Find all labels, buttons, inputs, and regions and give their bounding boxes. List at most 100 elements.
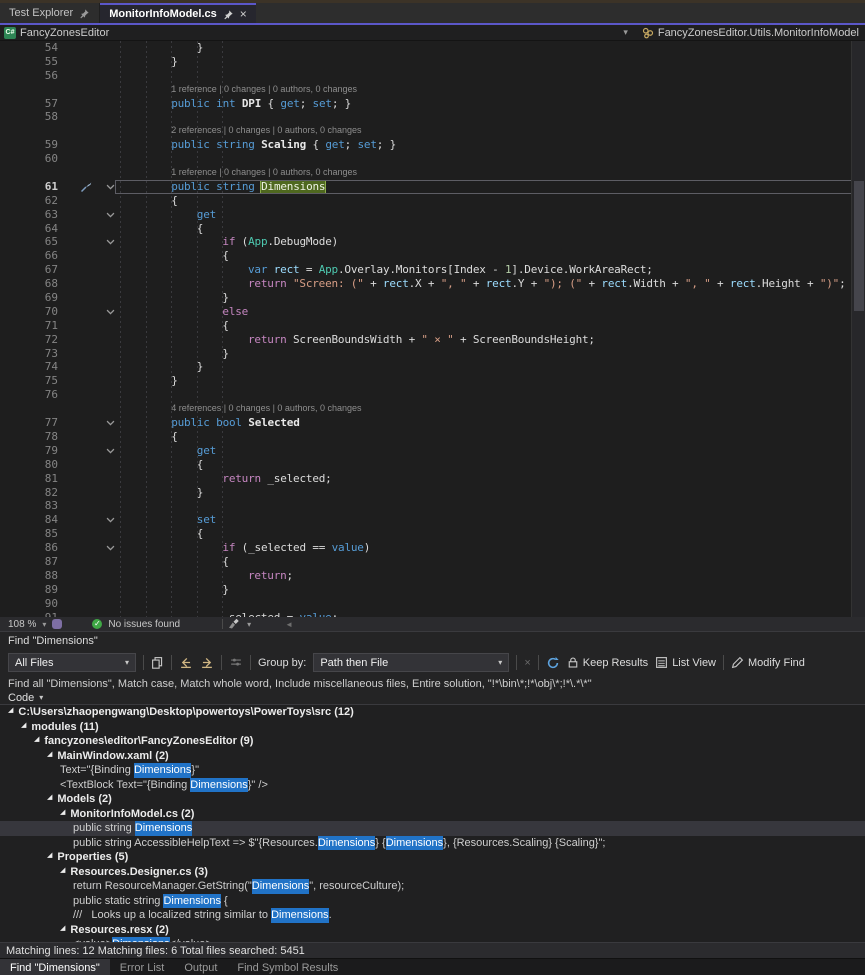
tab-test-explorer[interactable]: Test Explorer [0, 3, 100, 23]
refresh-icon[interactable] [546, 656, 560, 670]
panel-tab-bar: Find "Dimensions"Error ListOutputFind Sy… [0, 958, 865, 975]
tree-result-row[interactable]: Text="{Binding Dimensions}" [0, 763, 865, 778]
code-text [120, 597, 865, 611]
glyph-margin [68, 458, 120, 472]
tree-group-row[interactable]: ◢Models (2) [0, 792, 865, 807]
code-cleanup-broom-icon[interactable] [229, 618, 241, 630]
next-location-icon[interactable] [200, 656, 214, 669]
expander-icon[interactable]: ◢ [21, 719, 26, 734]
tree-group-row[interactable]: ◢MainWindow.xaml (2) [0, 749, 865, 764]
pin-icon[interactable] [223, 9, 234, 20]
tree-group-row[interactable]: ◢ modules (11) [0, 720, 865, 735]
scope-dropdown[interactable]: All Files ▾ [8, 653, 136, 672]
code-text [120, 69, 865, 83]
expander-icon[interactable]: ◢ [60, 806, 65, 821]
document-health-icon[interactable] [52, 619, 62, 629]
expander-icon[interactable]: ◢ [47, 791, 52, 806]
glyph-margin [68, 97, 120, 111]
line-number: 85 [0, 527, 68, 541]
vertical-scrollbar[interactable] [851, 41, 865, 617]
expander-icon[interactable]: ◢ [47, 849, 52, 864]
fold-chevron-icon[interactable] [105, 542, 116, 553]
code-line: 62{ [0, 194, 865, 208]
panel-tab[interactable]: Output [174, 959, 227, 975]
project-dropdown[interactable]: C# FancyZonesEditor [0, 27, 623, 39]
navigation-bar: C# FancyZonesEditor ▾ FancyZonesEditor.U… [0, 25, 865, 41]
find-toolbar: All Files ▾ Group by: Path [0, 649, 865, 676]
glyph-margin [68, 569, 120, 583]
type-dropdown[interactable]: ▾ FancyZonesEditor.Utils.MonitorInfoMode… [623, 27, 865, 39]
copy-icon[interactable] [151, 656, 164, 669]
tree-result-row[interactable]: /// Looks up a localized string similar … [0, 908, 865, 923]
tree-result-row[interactable]: <TextBlock Text="{Binding Dimensions}" /… [0, 778, 865, 793]
fold-chevron-icon[interactable] [105, 181, 116, 192]
expander-icon[interactable]: ◢ [60, 922, 65, 937]
code-text: } [120, 41, 865, 55]
pin-icon[interactable] [79, 8, 90, 19]
tree-group-row[interactable]: ◢Resources.resx (2) [0, 923, 865, 938]
expander-icon[interactable]: ◢ [34, 733, 39, 748]
code-line: 89} [0, 583, 865, 597]
line-number: 63 [0, 208, 68, 222]
tree-result-row[interactable]: return ResourceManager.GetString("Dimens… [0, 879, 865, 894]
modify-find-button[interactable]: Modify Find [731, 656, 805, 669]
fold-chevron-icon[interactable] [105, 209, 116, 220]
zoom-level[interactable]: 108 % [8, 619, 36, 630]
expander-icon[interactable]: ◢ [8, 705, 13, 719]
result-text: /// Looks up a localized string similar … [73, 908, 271, 923]
project-name: FancyZonesEditor [20, 27, 109, 39]
chevron-down-icon[interactable]: ▾ [623, 27, 628, 38]
codelens-text: 1 reference | 0 changes | 0 authors, 0 c… [120, 83, 865, 97]
code-text: { [120, 458, 865, 472]
tree-group-row[interactable]: ◢C:\Users\zhaopengwang\Desktop\powertoys… [0, 705, 865, 720]
code-editor[interactable]: 54}55}561 reference | 0 changes | 0 auth… [0, 41, 865, 617]
keep-results-button[interactable]: Keep Results [567, 656, 648, 669]
glyph-margin [68, 444, 120, 458]
chevron-down-icon[interactable]: ▾ [247, 620, 251, 629]
fold-chevron-icon[interactable] [105, 236, 116, 247]
code-text: { [120, 555, 865, 569]
filter-options-icon[interactable] [229, 656, 243, 669]
fold-chevron-icon[interactable] [105, 445, 116, 456]
tree-group-row[interactable]: ◢Properties (5) [0, 850, 865, 865]
hscroll-left-arrow-icon[interactable]: ◄ [285, 620, 293, 629]
tree-result-row[interactable]: public string AccessibleHelpText => $"{R… [0, 836, 865, 851]
match-highlight: Dimensions [252, 879, 309, 894]
tab-label: Test Explorer [9, 7, 73, 19]
list-view-button[interactable]: List View [655, 656, 716, 669]
expander-icon[interactable]: ◢ [60, 864, 65, 879]
tree-result-row[interactable]: public static string Dimensions { [0, 894, 865, 909]
code-filter-dropdown[interactable]: Code ▾ [0, 691, 865, 705]
previous-location-icon[interactable] [179, 656, 193, 669]
code-line: 74} [0, 360, 865, 374]
group-by-dropdown[interactable]: Path then File ▾ [313, 653, 509, 672]
tree-group-row[interactable]: ◢fancyzones\editor\FancyZonesEditor (9) [0, 734, 865, 749]
tree-group-row[interactable]: ◢Resources.Designer.cs (3) [0, 865, 865, 880]
glyph-margin [68, 277, 120, 291]
fold-chevron-icon[interactable] [105, 306, 116, 317]
panel-tab[interactable]: Find "Dimensions" [0, 959, 110, 975]
glyph-margin [68, 222, 120, 236]
tree-group-row[interactable]: ◢MonitorInfoModel.cs (2) [0, 807, 865, 822]
code-text: { [120, 249, 865, 263]
close-icon[interactable]: × [240, 7, 247, 21]
code-line: 65if (App.DebugMode) [0, 235, 865, 249]
scrollbar-thumb[interactable] [854, 181, 864, 311]
line-number: 58 [0, 110, 68, 124]
expander-icon[interactable]: ◢ [47, 748, 52, 763]
zoom-dropdown-icon[interactable]: ▾ [42, 620, 46, 629]
panel-tab[interactable]: Error List [110, 959, 175, 975]
result-text: public string [73, 821, 135, 836]
quick-actions-icon[interactable] [80, 181, 92, 193]
issues-status[interactable]: No issues found [108, 619, 180, 630]
line-number: 77 [0, 416, 68, 430]
fold-chevron-icon[interactable] [105, 514, 116, 525]
group-label: modules (11) [31, 720, 98, 735]
code-text: } [120, 347, 865, 361]
tab-monitorinfomodel[interactable]: MonitorInfoModel.cs × [100, 3, 256, 23]
tree-result-row[interactable]: public string Dimensions [0, 821, 865, 836]
line-number [0, 124, 68, 138]
panel-tab[interactable]: Find Symbol Results [227, 959, 348, 975]
fold-chevron-icon[interactable] [105, 417, 116, 428]
line-number: 55 [0, 55, 68, 69]
